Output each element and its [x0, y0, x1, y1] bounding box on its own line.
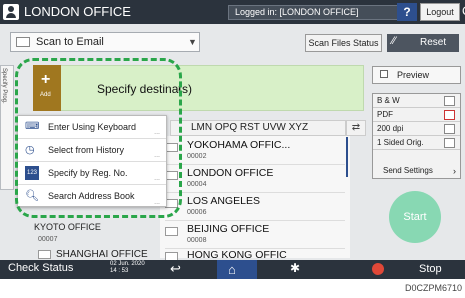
send-settings-label: Send Settings	[383, 166, 433, 175]
address-entry[interactable]: LONDON OFFICE 00004	[165, 165, 345, 193]
email-icon	[38, 250, 51, 259]
operation-panel-screen: LONDON OFFICE Logged in: [LONDON OFFICE]…	[0, 0, 465, 279]
reset-icon: ⁄⁄	[392, 35, 396, 47]
address-number: 00008	[187, 237, 207, 244]
address-entry[interactable]: KYOTO OFFICE 00007	[34, 222, 144, 243]
chevron-right-icon: ›	[453, 166, 456, 176]
email-icon	[165, 227, 178, 236]
help-button[interactable]: ?	[397, 3, 417, 21]
highlight-annotation	[15, 58, 182, 218]
back-icon[interactable]: ↩	[170, 261, 181, 277]
stop-button[interactable]: Stop	[419, 263, 442, 275]
figure-code: D0CZPM6710	[405, 283, 463, 293]
color-mode-icon	[444, 96, 455, 106]
program-strip-label: Specify Prog.	[1, 68, 7, 104]
address-name: YOKOHAMA OFFIC...	[187, 139, 291, 151]
address-name: KYOTO OFFICE	[34, 222, 101, 232]
resolution-icon	[444, 124, 455, 134]
address-name: LONDON OFFICE	[187, 167, 274, 179]
address-name: LOS ANGELES	[187, 195, 260, 207]
pdf-icon	[444, 110, 455, 120]
address-name: SHANGHAI OFFICE	[56, 249, 148, 260]
logged-in-status: Logged in: [LONDON OFFICE]	[228, 5, 398, 20]
switch-view-icon[interactable]: ⇄	[346, 120, 366, 136]
address-number: 00006	[187, 209, 207, 216]
address-entry[interactable]: SHANGHAI OFFICE	[34, 245, 159, 260]
home-button[interactable]	[217, 260, 257, 279]
preview-checkbox[interactable]	[380, 70, 388, 78]
date-display: 02 Jun. 2020 14 : 53	[110, 261, 145, 275]
home-icon: ⌂	[228, 262, 236, 277]
destination-type-label: Scan to Email	[36, 36, 104, 48]
scrollbar[interactable]	[346, 137, 348, 177]
stop-icon[interactable]	[372, 263, 384, 275]
user-title: LONDON OFFICE	[24, 4, 131, 19]
gear-icon[interactable]: ✱	[290, 261, 300, 275]
address-entry[interactable]: LOS ANGELES 00006	[165, 193, 345, 221]
user-icon	[3, 4, 19, 20]
start-button[interactable]: Start	[389, 191, 441, 243]
address-number: 00007	[38, 236, 58, 243]
send-settings-button[interactable]: Send Settings ›	[373, 164, 460, 178]
address-name: BEIJING OFFICE	[187, 223, 270, 235]
logout-button[interactable]: Logout	[420, 3, 460, 21]
address-number: 00004	[187, 181, 207, 188]
date-text: 02 Jun. 2020	[110, 261, 145, 267]
original-sides-icon	[444, 138, 455, 148]
check-status-button[interactable]: Check Status	[8, 262, 73, 274]
chevron-down-icon: ▼	[188, 37, 197, 47]
scan-files-status-button[interactable]: Scan Files Status	[305, 34, 382, 52]
reset-label: Reset	[420, 37, 447, 48]
address-index-tabs[interactable]: LMN OPQ RST UVW XYZ	[170, 120, 346, 136]
address-entry[interactable]: HONG KONG OFFIC	[165, 249, 345, 261]
preview-label: Preview	[397, 70, 430, 80]
email-icon	[16, 37, 30, 47]
address-number: 00002	[187, 153, 207, 160]
time-text: 14 : 53	[110, 268, 129, 274]
address-entry[interactable]: YOKOHAMA OFFIC... 00002	[165, 137, 345, 165]
address-entry[interactable]: BEIJING OFFICE 00008	[165, 221, 345, 249]
